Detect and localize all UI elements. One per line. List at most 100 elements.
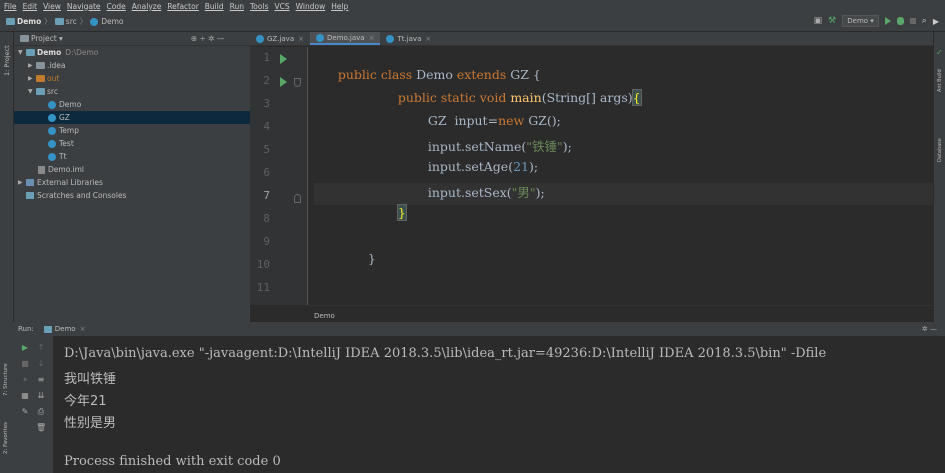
close-icon[interactable]: × — [298, 35, 304, 43]
collapse-arrow-icon[interactable]: ▶ — [18, 179, 26, 186]
tree-item-class-temp[interactable]: Temp — [14, 124, 250, 137]
stop-icon[interactable]: ■ — [20, 360, 30, 368]
favorites-tool-button[interactable]: 2: Favorites — [3, 422, 9, 454]
tree-label: src — [47, 87, 58, 96]
class-icon — [48, 100, 56, 109]
code-text: ); — [562, 139, 572, 154]
tree-item-scratches[interactable]: Scratches and Consoles — [14, 189, 250, 202]
fold-marker-icon[interactable] — [294, 78, 301, 87]
search-icon[interactable]: ⌕ — [922, 16, 927, 26]
structure-tool-button[interactable]: 7: Structure — [3, 363, 9, 396]
menu-build[interactable]: Build — [205, 2, 224, 11]
nav-project[interactable]: Demo — [17, 17, 41, 26]
nav-folder[interactable]: src — [66, 17, 77, 26]
iml-file-icon — [38, 165, 45, 174]
menu-help[interactable]: Help — [331, 2, 348, 11]
run-icon[interactable] — [884, 17, 891, 25]
project-view-select[interactable]: Project ▾ — [31, 34, 63, 43]
menu-refactor[interactable]: Refactor — [167, 2, 198, 11]
pin-icon[interactable]: ✎ — [20, 408, 30, 416]
tree-label: Tt — [59, 152, 67, 161]
run-main-gutter-icon[interactable] — [280, 77, 287, 87]
tree-item-demo[interactable]: ▼ Demo D:\Demo — [14, 46, 250, 59]
menu-code[interactable]: Code — [107, 2, 126, 11]
tree-item-class-gz[interactable]: GZ — [14, 111, 250, 124]
run-tab-demo[interactable]: Demo — [55, 325, 76, 333]
line-number: 11 — [256, 281, 270, 294]
console-output[interactable]: D:\Java\bin\java.exe "-javaagent:D:\Inte… — [54, 336, 945, 473]
tree-item-external-libraries[interactable]: ▶ External Libraries — [14, 176, 250, 189]
debug-icon[interactable] — [896, 17, 904, 25]
tab-label: Demo.java — [327, 33, 365, 42]
line-number: 8 — [263, 212, 270, 225]
trash-icon[interactable]: 🗑 — [36, 424, 46, 432]
console-output-line: 性别是男 — [64, 416, 117, 431]
restore-layout-icon[interactable]: ▦ — [20, 392, 30, 400]
database-tool-button[interactable]: Database — [937, 138, 943, 162]
tree-label: GZ — [59, 113, 70, 122]
menu-tools[interactable]: Tools — [250, 2, 268, 11]
nav-file[interactable]: Demo — [101, 17, 123, 26]
collapse-arrow-icon[interactable]: ▶ — [28, 75, 36, 82]
ant-build-tool-button[interactable]: Ant Build — [937, 69, 943, 92]
expand-arrow-icon[interactable]: ▼ — [28, 88, 36, 95]
stop-icon[interactable] — [909, 18, 916, 24]
run-configuration-select[interactable]: Demo ▾ — [842, 15, 879, 27]
tree-item-out[interactable]: ▶ out — [14, 72, 250, 85]
soft-wrap-icon[interactable]: ≡ — [36, 376, 46, 384]
tab-tt-java[interactable]: Tt.java × — [380, 32, 437, 45]
fold-marker-icon[interactable] — [294, 194, 301, 203]
menu-vcs[interactable]: VCS — [274, 2, 289, 11]
menu-navigate[interactable]: Navigate — [67, 2, 101, 11]
code-area[interactable]: public class Demo extends GZ { public st… — [314, 47, 933, 305]
build-hammer-icon[interactable]: ⚒ — [828, 16, 836, 26]
project-structure-icon[interactable]: ▣ — [814, 16, 823, 26]
project-panel-actions[interactable]: ⊕ ÷ ✲ — — [191, 34, 225, 43]
run-panel-settings[interactable]: ✲ — — [922, 325, 937, 333]
class-icon — [386, 34, 395, 43]
tree-item-class-test[interactable]: Test — [14, 137, 250, 150]
print-icon[interactable]: ⎙ — [36, 408, 46, 416]
scroll-up-icon[interactable]: ↑ — [36, 344, 46, 352]
more-icon[interactable]: ▶ — [933, 17, 939, 26]
nav-separator: 〉 — [79, 17, 88, 26]
class-icon — [48, 152, 56, 161]
menu-bar: File Edit View Navigate Code Analyze Ref… — [0, 0, 945, 12]
tree-item-src[interactable]: ▼ src — [14, 85, 250, 98]
pause-icon[interactable]: ⏸ — [20, 376, 30, 384]
scroll-down-icon[interactable]: ↓ — [36, 360, 46, 368]
string-literal: "男" — [511, 185, 536, 200]
tab-demo-java[interactable]: Demo.java × — [310, 32, 381, 45]
project-tool-button[interactable]: 1: Project — [3, 45, 11, 76]
matched-brace: { — [631, 89, 642, 106]
tree-item-class-tt[interactable]: Tt — [14, 150, 250, 163]
console-exit-line: Process finished with exit code 0 — [64, 454, 281, 469]
line-number: 6 — [263, 166, 270, 179]
tree-item-idea[interactable]: ▶ .idea — [14, 59, 250, 72]
rerun-icon[interactable]: ▶ — [20, 344, 30, 352]
tab-gz-java[interactable]: GZ.java × — [250, 32, 310, 45]
tree-item-demo-iml[interactable]: Demo.iml — [14, 163, 250, 176]
menu-view[interactable]: View — [43, 2, 61, 11]
menu-file[interactable]: File — [4, 2, 17, 11]
matched-brace: } — [396, 204, 407, 221]
check-icon: ✓ — [936, 48, 943, 57]
menu-run[interactable]: Run — [230, 2, 244, 11]
tab-label: GZ.java — [267, 34, 295, 43]
close-icon[interactable]: × — [369, 34, 375, 42]
menu-edit[interactable]: Edit — [23, 2, 38, 11]
line-number: 2 — [263, 74, 270, 87]
menu-window[interactable]: Window — [296, 2, 326, 11]
close-icon[interactable]: × — [425, 35, 431, 43]
close-icon[interactable]: × — [80, 325, 86, 333]
menu-analyze[interactable]: Analyze — [132, 2, 162, 11]
expand-arrow-icon[interactable]: ▼ — [18, 49, 26, 56]
code-line-6: input.setSex("男"); — [404, 167, 545, 216]
run-class-gutter-icon[interactable] — [280, 54, 287, 64]
left-tool-strip: 1: Project — [0, 32, 14, 322]
class-icon — [48, 126, 56, 135]
editor-breadcrumb[interactable]: Demo — [308, 305, 933, 322]
scroll-to-end-icon[interactable]: ⇊ — [36, 392, 46, 400]
tree-item-class-demo[interactable]: Demo — [14, 98, 250, 111]
collapse-arrow-icon[interactable]: ▶ — [28, 62, 36, 69]
